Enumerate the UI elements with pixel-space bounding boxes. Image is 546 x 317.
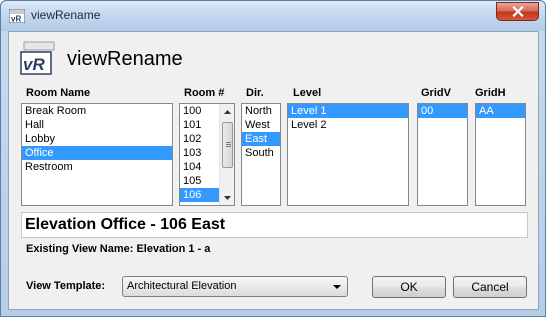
cancel-button[interactable]: Cancel [453, 276, 527, 298]
app-icon: vR [9, 9, 25, 23]
list-item[interactable]: 100 [180, 104, 220, 118]
view-template-value: Architectural Elevation [127, 280, 237, 292]
dialog-body: vR viewRename Room Name Room # Dir. Leve… [8, 31, 539, 310]
scroll-up-arrow[interactable] [220, 104, 234, 119]
scroll-up-icon [224, 109, 231, 114]
list-item[interactable]: 00 [418, 104, 467, 118]
room-number-list[interactable]: 100 101 102 103 104 105 106 [179, 103, 235, 206]
scroll-thumb[interactable] [222, 122, 233, 168]
gridv-list[interactable]: 00 [417, 103, 468, 206]
svg-text:vR: vR [11, 15, 21, 24]
close-button[interactable] [496, 2, 539, 21]
room-number-header: Room # [184, 87, 225, 99]
list-item[interactable]: Lobby [22, 132, 172, 146]
scroll-down-arrow[interactable] [220, 190, 234, 205]
close-icon [511, 6, 524, 17]
dropdown-arrow-icon [333, 285, 341, 289]
level-list[interactable]: Level 1 Level 2 [287, 103, 409, 206]
list-item[interactable]: 106 [180, 188, 220, 202]
list-item[interactable]: South [242, 146, 280, 160]
list-item[interactable]: 103 [180, 146, 220, 160]
room-name-header: Room Name [26, 87, 91, 99]
list-item[interactable]: 102 [180, 132, 220, 146]
list-item[interactable]: Level 1 [288, 104, 408, 118]
direction-list[interactable]: North West East South [241, 103, 281, 206]
list-item[interactable]: 104 [180, 160, 220, 174]
gridh-header: GridH [475, 87, 506, 99]
list-item[interactable]: West [242, 118, 280, 132]
list-item[interactable]: North [242, 104, 280, 118]
view-template-dropdown[interactable]: Architectural Elevation [122, 276, 348, 297]
room-number-scrollbar[interactable] [219, 104, 234, 205]
svg-text:vR: vR [23, 55, 45, 74]
list-item[interactable]: East [242, 132, 280, 146]
list-item[interactable]: 105 [180, 174, 220, 188]
scroll-down-icon [224, 195, 231, 200]
title-bar[interactable]: vR viewRename [1, 1, 545, 31]
list-item[interactable]: Hall [22, 118, 172, 132]
dialog-window: vR viewRename vR viewRename Room Name Ro… [0, 0, 546, 317]
list-item[interactable]: Restroom [22, 160, 172, 174]
list-item[interactable]: Level 2 [288, 118, 408, 132]
app-logo: vR [20, 41, 55, 75]
list-item[interactable]: Office [22, 146, 172, 160]
view-template-label: View Template: [26, 280, 106, 292]
room-name-list[interactable]: Break Room Hall Lobby Office Restroom [21, 103, 173, 206]
list-item[interactable]: AA [476, 104, 525, 118]
ok-button[interactable]: OK [372, 276, 446, 298]
app-title: viewRename [67, 48, 183, 70]
existing-view-name: Existing View Name: Elevation 1 - a [26, 243, 211, 255]
new-view-name-field[interactable]: Elevation Office - 106 East [21, 212, 528, 238]
direction-header: Dir. [246, 87, 264, 99]
gridh-list[interactable]: AA [475, 103, 526, 206]
list-item[interactable]: Break Room [22, 104, 172, 118]
list-item[interactable]: 101 [180, 118, 220, 132]
level-header: Level [293, 87, 322, 99]
gridv-header: GridV [421, 87, 451, 99]
window-title: viewRename [31, 8, 101, 22]
